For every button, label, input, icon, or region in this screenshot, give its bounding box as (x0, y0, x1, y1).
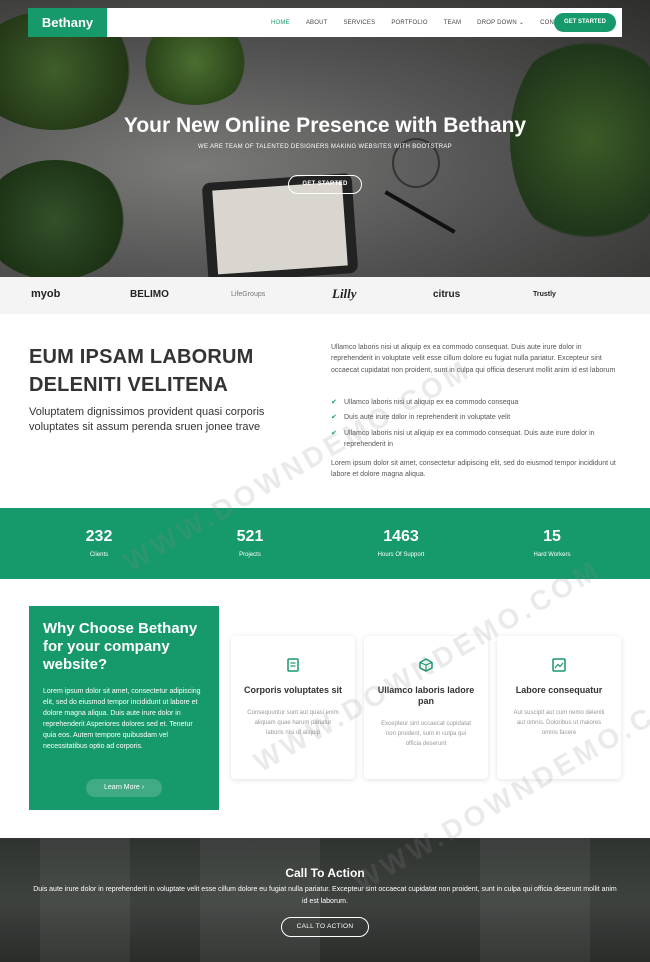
nav-item-home[interactable]: HOME (271, 20, 290, 26)
learn-more-button[interactable]: Learn More › (86, 779, 162, 797)
about-title: EUM IPSAM LABORUM DELENITI VELITENA (29, 346, 254, 396)
site-logo[interactable]: Bethany (28, 8, 107, 37)
check-icon: ✔ (331, 414, 337, 422)
feature-box-title: Corporis voluptates sit (243, 685, 342, 695)
client-logo-trustly: Trustly (533, 291, 556, 298)
counts-section: 232 Clients 521 Projects 1463 Hours Of S… (0, 508, 650, 579)
about-lead: Voluptatem dignissimos provident quasi c… (29, 406, 265, 433)
client-logo-myob: myob (31, 288, 61, 300)
nav-menu: HOME ABOUT SERVICES PORTFOLIO TEAM DROP … (271, 8, 586, 37)
nav-item-portfolio[interactable]: PORTFOLIO (391, 20, 427, 26)
why-us-panel: Why Choose Bethany for your company webs… (29, 606, 219, 810)
call-to-action-button[interactable]: CALL TO ACTION (281, 917, 369, 937)
count-projects: 521 Projects (190, 528, 310, 558)
count-clients: 232 Clients (39, 528, 159, 558)
header-navbar: Bethany HOME ABOUT SERVICES PORTFOLIO TE… (28, 8, 622, 37)
list-item: ✔ Ullamco laboris nisi ut aliquip ex ea c… (331, 397, 623, 408)
feature-box: Ullamco laboris ladore pan Excepteur sin… (364, 636, 488, 779)
client-logo-belimo: BELIMO (130, 289, 169, 300)
list-item: ✔ Duis aute irure dolor in reprehenderit … (331, 412, 623, 423)
feature-box-text: Consequuntur sunt aut quasi enim aliquam… (247, 710, 339, 736)
feature-box-text: Excepteur sint occaecat cupidatat non pr… (381, 721, 471, 747)
cta-text: Duis aute irure dolor in reprehenderit i… (33, 886, 617, 905)
list-item-text: Duis aute irure dolor in reprehenderit i… (344, 414, 511, 422)
get-started-button[interactable]: GET STARTED (554, 13, 616, 32)
nav-item-about[interactable]: ABOUT (306, 20, 328, 26)
about-paragraph: Ullamco laboris nisi ut aliquip ex ea co… (331, 344, 616, 374)
cta-title: Call To Action (285, 866, 365, 880)
pen-image (384, 190, 456, 234)
count-workers: 15 Hard Workers (492, 528, 612, 558)
feature-box-title: Ullamco laboris ladore pan (377, 685, 475, 706)
client-logo-lilly: Lilly (332, 286, 357, 301)
feature-box-text: Aut suscipit aut cum nemo deleniti aut o… (513, 710, 605, 736)
nav-item-dropdown-label: DROP DOWN (477, 20, 517, 26)
about-checklist: ✔ Ullamco laboris nisi ut aliquip ex ea c… (331, 397, 623, 454)
count-label: Clients (89, 552, 109, 558)
hero-get-started-button[interactable]: GET STARTED (288, 175, 362, 194)
hero-section: Bethany HOME ABOUT SERVICES PORTFOLIO TE… (0, 0, 650, 277)
count-label: Hours Of Support (377, 552, 425, 558)
image-icon (552, 658, 566, 672)
count-value: 521 (236, 528, 264, 545)
clients-strip: myob BELIMO LifeGroups Lilly citrus Trus… (0, 277, 650, 314)
about-paragraph-2: Lorem ipsum dolor sit amet, consectetur … (331, 460, 616, 479)
feature-box: Corporis voluptates sit Consequuntur sun… (231, 636, 355, 779)
list-item-text: Ullamco laboris nisi ut aliquip ex ea co… (344, 399, 519, 406)
feature-box: Labore consequatur Aut suscipit aut cum … (497, 636, 621, 779)
client-logo-lifegroups: LifeGroups (231, 291, 266, 298)
count-value: 15 (543, 528, 561, 545)
count-value: 1463 (383, 528, 419, 545)
list-item-text: Ullamco laboris nisi ut aliquip ex ea co… (344, 429, 595, 448)
check-icon: ✔ (331, 429, 337, 437)
why-us-text: Lorem ipsum dolor sit amet, consectetur … (43, 688, 201, 750)
chevron-down-icon: ⌄ (518, 20, 525, 26)
receipt-icon (286, 658, 300, 672)
list-item: ✔ Ullamco laboris nisi ut aliquip ex ea c… (331, 428, 623, 451)
count-label: Projects (239, 552, 261, 558)
check-icon: ✔ (331, 399, 337, 406)
nav-item-services[interactable]: SERVICES (343, 20, 375, 26)
plant-decoration (0, 160, 130, 277)
feature-box-title: Labore consequatur (515, 685, 603, 695)
count-hours: 1463 Hours Of Support (341, 528, 461, 558)
nav-item-dropdown[interactable]: DROP DOWN ⌄ (477, 19, 524, 26)
hero-title: Your New Online Presence with Bethany (123, 114, 527, 137)
why-us-title: Why Choose Bethany for your company webs… (43, 620, 198, 673)
count-value: 232 (85, 528, 113, 545)
cube-icon (419, 658, 433, 672)
nav-item-team[interactable]: TEAM (444, 20, 461, 26)
learn-more-label: Learn More (103, 784, 140, 791)
chevron-right-icon: › (141, 784, 145, 791)
plant-decoration (510, 30, 650, 250)
hero-subtitle: WE ARE TEAM OF TALENTED DESIGNERS MAKING… (198, 144, 452, 150)
count-label: Hard Workers (533, 552, 571, 558)
client-logo-citrus: citrus (433, 289, 461, 300)
